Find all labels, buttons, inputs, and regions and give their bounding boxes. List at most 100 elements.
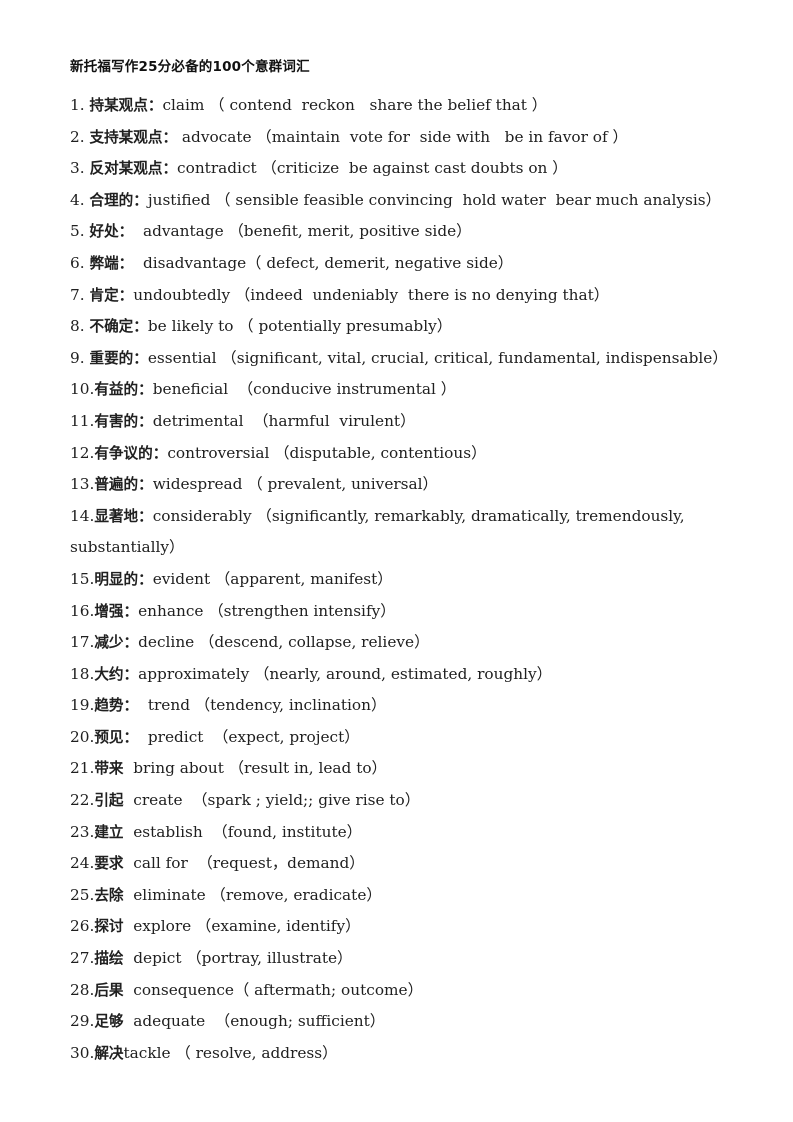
entry-number: 24.	[70, 854, 95, 873]
entry-number: 7.	[70, 285, 90, 304]
entry-chinese-term: 减少：	[94, 634, 139, 652]
entry-chinese-term: 后果	[94, 981, 124, 999]
entry-chinese-term: 探讨	[94, 918, 124, 936]
vocabulary-entry: 28.后果 consequence（ aftermath; outcome）	[70, 975, 741, 1007]
entry-number: 23.	[70, 822, 95, 841]
entry-chinese-term: 普遍的：	[94, 476, 153, 494]
entry-english-synonyms: approximately （nearly, around, estimated…	[138, 664, 552, 683]
vocabulary-entry: 10.有益的：beneficial （conducive instrumenta…	[70, 374, 741, 406]
entry-number: 30.	[70, 1043, 95, 1062]
entry-english-synonyms: call for （request，demand）	[123, 854, 365, 873]
entry-number: 15.	[70, 569, 95, 588]
entry-number: 11.	[70, 411, 95, 430]
entry-english-synonyms: widespread （ prevalent, universal）	[152, 475, 438, 494]
entry-number: 6.	[70, 253, 90, 272]
vocabulary-entry: 3. 反对某观点：contradict （criticize be agains…	[70, 153, 741, 185]
entry-chinese-term: 显著地：	[94, 507, 153, 525]
entry-chinese-term: 大约：	[94, 665, 139, 683]
entry-number: 17.	[70, 633, 95, 652]
entry-chinese-term: 肯定：	[89, 286, 134, 304]
entry-english-synonyms: predict （expect, project）	[138, 727, 360, 746]
entry-english-synonyms: controversial （disputable, contentious）	[167, 443, 487, 462]
entry-chinese-term: 描绘	[94, 950, 124, 968]
entry-number: 1.	[70, 96, 90, 114]
entry-english-synonyms: justified （ sensible feasible convincing…	[147, 190, 721, 209]
entry-chinese-term: 解决	[94, 1044, 124, 1062]
vocabulary-entry: 23.建立 establish （found, institute）	[70, 817, 741, 849]
entry-chinese-term: 合理的：	[89, 191, 148, 209]
vocabulary-entry: 25.去除 eliminate （remove, eradicate）	[70, 880, 741, 912]
entry-number: 20.	[70, 727, 95, 746]
entry-chinese-term: 重要的：	[89, 349, 148, 367]
entry-number: 22.	[70, 791, 95, 810]
entry-number: 4.	[70, 190, 90, 209]
entry-english-synonyms: tackle （ resolve, address）	[123, 1043, 338, 1062]
vocabulary-entry: 12.有争议的：controversial （disputable, conte…	[70, 438, 741, 470]
entry-chinese-term: 有害的：	[94, 412, 153, 430]
entry-english-synonyms: trend （tendency, inclination）	[138, 696, 387, 715]
vocabulary-entry: 11.有害的：detrimental （harmful virulent）	[70, 406, 741, 438]
entry-chinese-term: 明显的：	[94, 570, 153, 588]
vocabulary-entry-list: 1. 持某观点：claim （ contend reckon share the…	[70, 90, 741, 1069]
entry-number: 25.	[70, 885, 95, 904]
vocabulary-entry: 9. 重要的：essential （significant, vital, cr…	[70, 343, 741, 375]
vocabulary-entry: 19.趋势： trend （tendency, inclination）	[70, 690, 741, 722]
entry-chinese-term: 支持某观点：	[89, 128, 178, 146]
entry-chinese-term: 好处：	[89, 223, 134, 241]
entry-number: 19.	[70, 696, 95, 715]
entry-number: 28.	[70, 980, 95, 999]
entry-english-synonyms: detrimental （harmful virulent）	[152, 411, 416, 430]
page-title: 新托福写作25分必备的100个意群词汇	[70, 59, 310, 75]
entry-chinese-term: 建立	[94, 823, 124, 841]
vocabulary-entry: 1. 持某观点：claim （ contend reckon share the…	[70, 90, 741, 122]
entry-english-synonyms: establish （found, institute）	[123, 822, 362, 841]
entry-english-synonyms: considerably （significantly, remarkably,…	[70, 506, 690, 557]
entry-chinese-term: 足够	[94, 1013, 124, 1031]
vocabulary-entry: 27.描绘 depict （portray, illustrate）	[70, 943, 741, 975]
vocabulary-entry: 4. 合理的：justified （ sensible feasible con…	[70, 185, 741, 217]
entry-number: 29.	[70, 1012, 95, 1031]
entry-number: 10.	[70, 380, 95, 399]
entry-chinese-term: 有争议的：	[94, 444, 168, 462]
entry-number: 26.	[70, 917, 95, 936]
entry-english-synonyms: enhance （strengthen intensify）	[138, 601, 396, 620]
entry-number: 16.	[70, 601, 95, 620]
entry-chinese-term: 引起	[94, 792, 124, 810]
entry-english-synonyms: explore （examine, identify）	[123, 917, 361, 936]
vocabulary-entry: 18.大约：approximately （nearly, around, est…	[70, 659, 741, 691]
entry-english-synonyms: decline （descend, collapse, relieve）	[138, 633, 430, 652]
entry-number: 8.	[70, 317, 90, 336]
entry-english-synonyms: bring about （result in, lead to）	[123, 759, 387, 778]
vocabulary-entry: 24.要求 call for （request，demand）	[70, 848, 741, 880]
entry-english-synonyms: contradict （criticize be against cast do…	[177, 159, 568, 178]
entry-chinese-term: 趋势：	[94, 697, 139, 715]
entry-english-synonyms: advocate （maintain vote for side with be…	[177, 127, 628, 146]
vocabulary-entry: 21.带来 bring about （result in, lead to）	[70, 753, 741, 785]
entry-english-synonyms: consequence（ aftermath; outcome）	[123, 980, 423, 999]
entry-english-synonyms: adequate （enough; sufficient）	[123, 1012, 386, 1031]
vocabulary-entry: 15.明显的：evident （apparent, manifest）	[70, 564, 741, 596]
entry-english-synonyms: claim （ contend reckon share the belief …	[162, 96, 548, 114]
entry-english-synonyms: depict （portray, illustrate）	[123, 949, 353, 968]
vocabulary-entry: 17.减少：decline （descend, collapse, reliev…	[70, 627, 741, 659]
vocabulary-entry: 14.显著地：considerably （significantly, rema…	[70, 501, 741, 564]
entry-number: 18.	[70, 664, 95, 683]
vocabulary-entry: 6. 弊端： disadvantage（ defect, demerit, ne…	[70, 248, 741, 280]
vocabulary-entry: 8. 不确定：be likely to （ potentially presum…	[70, 311, 741, 343]
vocabulary-entry: 7. 肯定：undoubtedly （indeed undeniably the…	[70, 280, 741, 312]
entry-english-synonyms: undoubtedly （indeed undeniably there is …	[133, 285, 610, 304]
entry-number: 12.	[70, 443, 95, 462]
entry-number: 9.	[70, 348, 90, 367]
entry-number: 27.	[70, 949, 95, 968]
vocabulary-entry: 2. 支持某观点： advocate （maintain vote for si…	[70, 122, 741, 154]
entry-chinese-term: 弊端：	[89, 254, 134, 272]
entry-number: 21.	[70, 759, 95, 778]
entry-number: 3.	[70, 159, 90, 178]
entry-english-synonyms: beneficial （conducive instrumental ）	[152, 380, 457, 399]
entry-chinese-term: 增强：	[94, 602, 139, 620]
entry-english-synonyms: create （spark ; yield;; give rise to）	[123, 791, 421, 810]
entry-chinese-term: 不确定：	[89, 318, 148, 336]
entry-english-synonyms: disadvantage（ defect, demerit, negative …	[133, 253, 514, 272]
entry-chinese-term: 反对某观点：	[89, 160, 178, 178]
entry-chinese-term: 要求	[94, 855, 124, 873]
